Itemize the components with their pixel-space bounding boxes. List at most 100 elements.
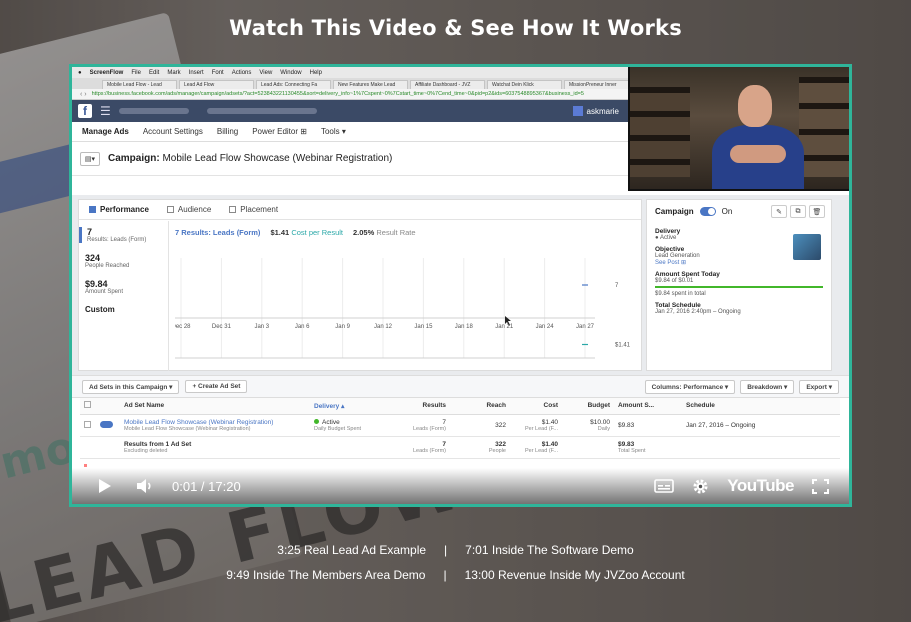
menu-edit: Edit: [148, 69, 160, 76]
page-headline: Watch This Video & See How It Works: [229, 16, 682, 40]
video-progress-bar[interactable]: [84, 464, 837, 467]
metric-spent: $9.84 Amount Spent: [85, 279, 124, 295]
export-button: Export ▾: [799, 379, 839, 394]
captions-icon[interactable]: [654, 479, 675, 493]
col-adset-name: Ad Set Name: [120, 398, 310, 415]
spent-today-value: $9.84 of $0.01: [655, 278, 694, 284]
col-amount-spent: Amount S...: [614, 398, 682, 415]
browser-tab: Lead Ads: Connecting Fa: [256, 80, 331, 89]
metric-results: 7 Results: Leads (Form): [79, 227, 162, 243]
chapter-link: 13:00 Revenue Inside My JVZoo Account: [464, 568, 685, 582]
menu-mark: Mark: [167, 69, 181, 76]
col-schedule: Schedule: [682, 398, 840, 415]
chapter-separator: |: [443, 568, 447, 582]
chapter-link: 3:25 Real Lead Ad Example: [277, 543, 427, 557]
ad-thumbnail: [793, 234, 821, 260]
nav-account-settings: Account Settings: [142, 127, 203, 136]
browser-tab: Watchat Dein Klick: [487, 80, 562, 89]
time-display: 0:01 / 17:20: [172, 478, 241, 494]
video-frame[interactable]: ● ScreenFlow File Edit Mark Insert Font …: [69, 64, 852, 507]
x-tick-label: Jan 15: [414, 324, 433, 330]
edit-icon: ✎: [771, 205, 787, 218]
menu-help: Help: [309, 69, 322, 76]
campaign-overview: Performance Audience Placement 7 Results…: [72, 195, 849, 375]
campaign-detail-panel: Campaign On ✎ ⧉ 🗑 Delivery ● Active Obje…: [646, 199, 832, 371]
chart-results: 7 Results: Leads (Form): [175, 228, 261, 237]
x-tick-label: Jan 18: [455, 324, 474, 330]
youtube-logo[interactable]: YouTube: [727, 476, 794, 496]
nav-billing: Billing: [216, 127, 239, 136]
presenter-webcam: [628, 67, 849, 191]
back-arrow-icon: ‹ ›: [80, 90, 87, 98]
col-results: Results: [394, 398, 450, 415]
performance-chart: 7 Results: Leads (Form) $1.41 Cost per R…: [175, 228, 639, 368]
x-tick-label: Jan 27: [576, 324, 595, 330]
chapter-link: 7:01 Inside The Software Demo: [465, 543, 634, 557]
menu-insert: Insert: [188, 69, 204, 76]
y-value-label: $1.41: [615, 343, 631, 349]
apple-icon: ●: [78, 69, 82, 76]
menu-font: Font: [211, 69, 224, 76]
blurred-account-name: [206, 108, 317, 114]
browser-tab: Lead Ad Flow: [179, 80, 254, 89]
menu-screenflow: ScreenFlow: [89, 69, 124, 76]
chapter-row-2: 9:49 Inside The Members Area Demo | 13:00 …: [0, 568, 911, 582]
video-screen[interactable]: ● ScreenFlow File Edit Mark Insert Font …: [72, 67, 849, 504]
schedule-value: Jan 27, 2016 2:40pm – Ongoing: [655, 309, 741, 315]
col-reach: Reach: [450, 398, 510, 415]
campaign-list-icon: ▤▾: [80, 151, 100, 166]
x-tick-label: Jan 3: [254, 324, 269, 330]
chart-summary: 7 Results: Leads (Form) $1.41 Cost per R…: [175, 228, 639, 237]
breakdown-dropdown: Breakdown ▾: [740, 379, 795, 394]
row-checkbox: [84, 420, 91, 428]
blurred-account: [118, 108, 189, 114]
x-tick-label: Dec 31: [212, 324, 232, 330]
tab-performance: Performance: [89, 205, 149, 214]
x-tick-label: Dec 28: [175, 324, 191, 330]
user-avatar: [572, 106, 583, 116]
create-adset-button: + Create Ad Set: [185, 380, 248, 393]
schedule-label: Total Schedule: [655, 302, 701, 309]
user-name: askmarie: [586, 106, 619, 116]
browser-tab: Affiliate Dashboard - JVZ: [410, 80, 485, 89]
nav-manage-ads: Manage Ads: [82, 127, 129, 136]
menu-view: View: [259, 69, 273, 76]
metric-custom: Custom: [85, 305, 115, 314]
menu-actions: Actions: [231, 69, 252, 76]
settings-gear-icon[interactable]: [692, 478, 709, 495]
col-cost: Cost: [510, 398, 562, 415]
buffered-bar: [84, 464, 229, 467]
see-post-link: See Post ⊞: [655, 260, 687, 266]
campaign-toggle: [699, 207, 716, 216]
metric-reach: 324 People Reached: [85, 253, 130, 269]
adset-toggle: [100, 420, 113, 428]
volume-icon[interactable]: [136, 478, 154, 494]
menu-file: File: [131, 69, 141, 76]
duplicate-icon: ⧉: [790, 205, 806, 218]
table-total-row: Results from 1 Ad Set Excluding deleted 7…: [80, 436, 840, 459]
spend-bar: [655, 286, 823, 288]
play-icon[interactable]: [98, 478, 112, 494]
fullscreen-icon[interactable]: [812, 478, 829, 494]
y-value-label: 7: [615, 283, 619, 289]
spent-total: $9.84 spent in total: [655, 291, 706, 297]
columns-dropdown: Columns: Performance ▾: [644, 379, 736, 394]
browser-tab: New Features Make Lead: [333, 80, 408, 89]
col-budget: Budget: [562, 398, 614, 415]
x-tick-label: Jan 9: [335, 324, 350, 330]
table-header-row: Ad Set Name Delivery ▴ Results Reach Cos…: [80, 398, 840, 415]
select-all-checkbox: [84, 401, 91, 409]
player-controls: 0:01 / 17:20 YouTube: [72, 468, 849, 504]
chapter-link: 9:49 Inside The Members Area Demo: [226, 568, 426, 582]
campaign-title: Campaign: Mobile Lead Flow Showcase (Web…: [108, 153, 393, 164]
table-row: Mobile Lead Flow Showcase (Webinar Regis…: [80, 414, 840, 437]
url-text: https://business.facebook.com/ads/manage…: [91, 91, 584, 97]
x-tick-label: Jan 12: [374, 324, 393, 330]
x-tick-label: Jan 24: [536, 324, 555, 330]
metric-list: 7 Results: Leads (Form) 324 People Reach…: [79, 221, 169, 371]
facebook-logo-icon: f: [78, 104, 92, 118]
chapter-row-1: 3:25 Real Lead Ad Example | 7:01 Inside Th…: [0, 543, 911, 557]
x-tick-label: Jan 21: [495, 324, 514, 330]
chapter-separator: |: [444, 543, 448, 557]
x-tick-label: Jan 6: [295, 324, 310, 330]
